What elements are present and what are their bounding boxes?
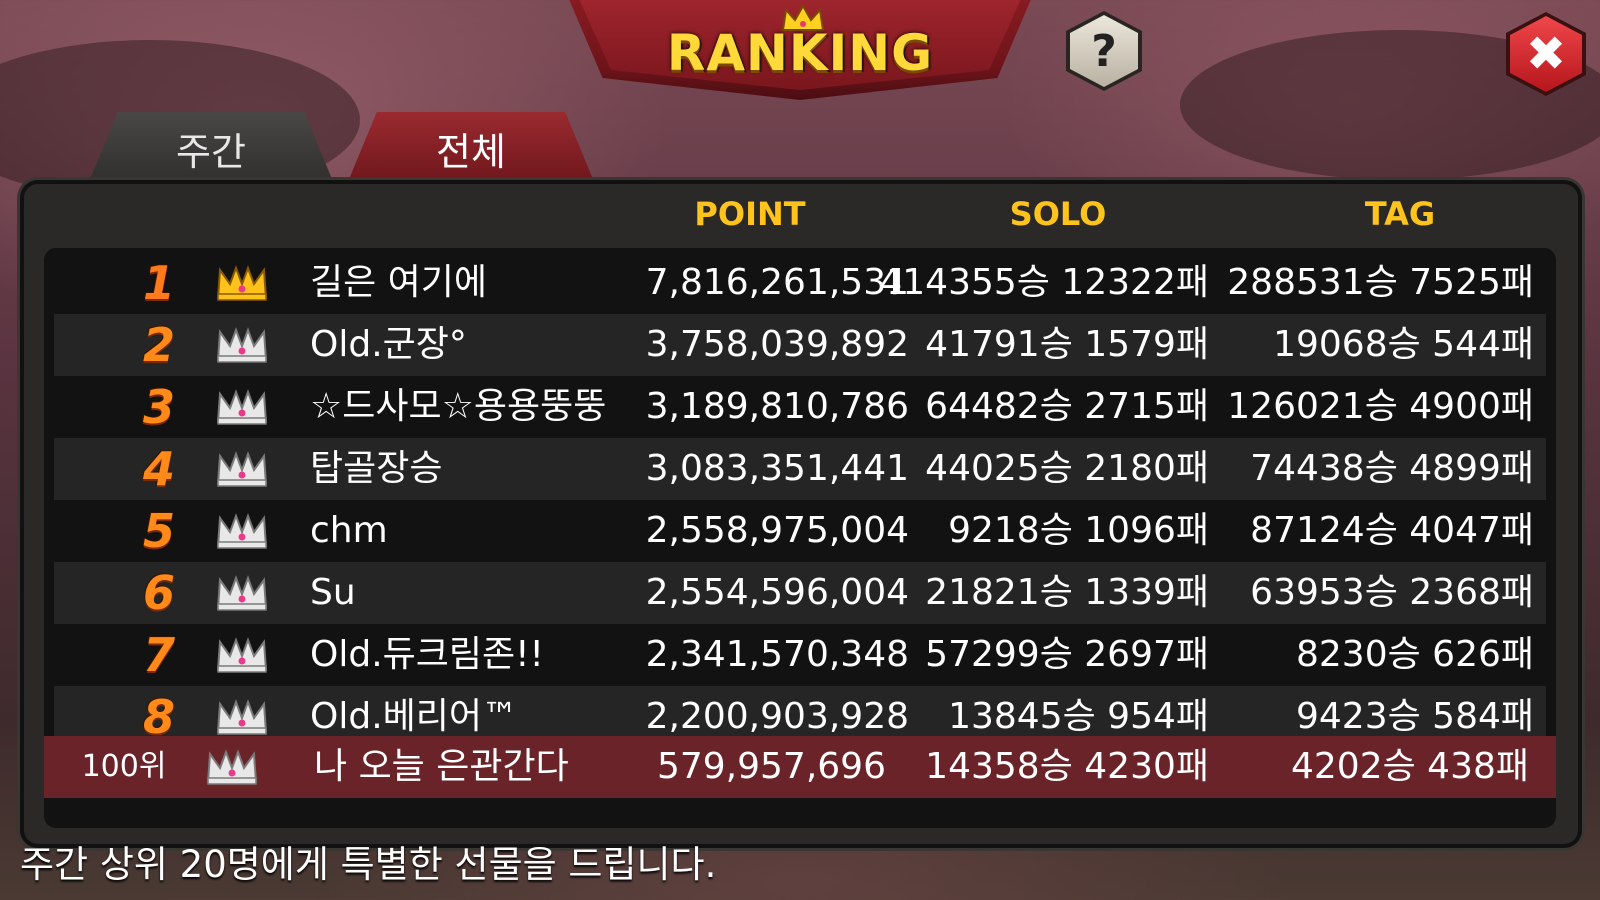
player-point: 3,758,039,892 <box>645 324 909 365</box>
player-point: 7,816,261,531 <box>645 262 909 303</box>
rank-number: 5 <box>142 504 175 558</box>
player-point: 3,083,351,441 <box>645 448 909 489</box>
player-solo-record: 9218승 1096패 <box>948 510 1209 551</box>
player-point: 3,189,810,786 <box>645 386 909 427</box>
player-point: 2,558,975,004 <box>645 510 909 551</box>
player-tag-record: 87124승 4047패 <box>1250 510 1534 551</box>
player-name: ☆드사모☆용용뚱뚱 <box>310 386 607 427</box>
player-solo-record: 41791승 1579패 <box>925 324 1209 365</box>
player-point: 2,554,596,004 <box>645 572 909 613</box>
question-icon: ? <box>1091 25 1117 77</box>
player-point: 2,341,570,348 <box>645 634 909 675</box>
player-tag-record: 288531승 7525패 <box>1227 262 1534 303</box>
silver-crown-icon <box>216 699 268 735</box>
tab-weekly[interactable]: 주간 <box>88 112 334 184</box>
rank-number: 6 <box>142 566 175 620</box>
table-row[interactable]: 1 길은 여기에 7,816,261,531 414355승 12322패 288531… <box>54 252 1546 314</box>
player-name: Old.군장° <box>310 324 467 365</box>
player-tag-record: 126021승 4900패 <box>1227 386 1534 427</box>
close-icon: ✖ <box>1525 26 1567 82</box>
column-header-tag: TAG <box>1364 195 1436 233</box>
rank-number: 3 <box>142 380 175 434</box>
player-solo-record: 44025승 2180패 <box>925 448 1209 489</box>
silver-crown-icon <box>216 637 268 673</box>
player-solo-record: 414355승 12322패 <box>879 262 1209 303</box>
silver-crown-icon <box>216 513 268 549</box>
player-tag-record: 19068승 544패 <box>1273 324 1534 365</box>
silver-crown-icon <box>216 327 268 363</box>
column-header-solo: SOLO <box>1009 195 1107 233</box>
tab-all-label: 전체 <box>436 129 506 174</box>
page-title: RANKING <box>666 24 934 82</box>
my-rank-row[interactable]: 100위 나 오늘 은관간다 579,957,696 14358승 4230패 4202… <box>44 736 1556 798</box>
player-name: 길은 여기에 <box>310 262 488 303</box>
player-name: 탑골장승 <box>310 448 443 489</box>
my-player-tag-record: 4202승 438패 <box>1290 746 1529 787</box>
rank-number: 4 <box>142 442 175 496</box>
rank-number: 2 <box>142 318 175 372</box>
rank-number: 1 <box>142 256 175 310</box>
player-name: chm <box>310 510 388 551</box>
silver-crown-icon <box>206 749 258 785</box>
tab-weekly-label: 주간 <box>176 129 246 174</box>
footer-notice: 주간 상위 20명에게 특별한 선물을 드립니다. <box>20 843 717 886</box>
silver-crown-icon <box>216 389 268 425</box>
player-solo-record: 21821승 1339패 <box>925 572 1209 613</box>
silver-crown-icon <box>216 451 268 487</box>
player-solo-record: 64482승 2715패 <box>925 386 1209 427</box>
player-tag-record: 74438승 4899패 <box>1250 448 1534 489</box>
table-row[interactable]: 6 Su 2,554,596,004 21821승 1339패 63953승 2368패 <box>54 562 1546 624</box>
table-row[interactable]: 3 ☆드사모☆용용뚱뚱 3,189,810,786 64482승 2715패 12602… <box>54 376 1546 438</box>
table-row[interactable]: 5 chm 2,558,975,004 9218승 1096패 87124승 4047패 <box>54 500 1546 562</box>
rank-number: 7 <box>142 628 175 682</box>
gold-crown-icon <box>216 265 268 301</box>
my-player-solo-record: 14358승 4230패 <box>925 746 1209 787</box>
table-row[interactable]: 4 탑골장승 3,083,351,441 44025승 2180패 74438승 489… <box>54 438 1546 500</box>
table-row[interactable]: 2 Old.군장° 3,758,039,892 41791승 1579패 19068승 … <box>54 314 1546 376</box>
player-tag-record: 63953승 2368패 <box>1250 572 1534 613</box>
my-player-point: 579,957,696 <box>656 746 886 787</box>
player-tag-record: 8230승 626패 <box>1295 634 1534 675</box>
ranking-table: 1 길은 여기에 7,816,261,531 414355승 12322패 288531… <box>44 248 1556 828</box>
silver-crown-icon <box>216 575 268 611</box>
my-rank-number: 100위 <box>81 749 167 784</box>
player-solo-record: 57299승 2697패 <box>925 634 1209 675</box>
my-player-name: 나 오늘 은관간다 <box>314 746 569 787</box>
player-name: Old.듀크림존!! <box>310 634 544 675</box>
player-name: Su <box>310 572 356 613</box>
table-row[interactable]: 7 Old.듀크림존!! 2,341,570,348 57299승 2697패 8230… <box>54 624 1546 686</box>
column-header-point: POINT <box>694 195 806 233</box>
tab-all[interactable]: 전체 <box>347 112 595 184</box>
